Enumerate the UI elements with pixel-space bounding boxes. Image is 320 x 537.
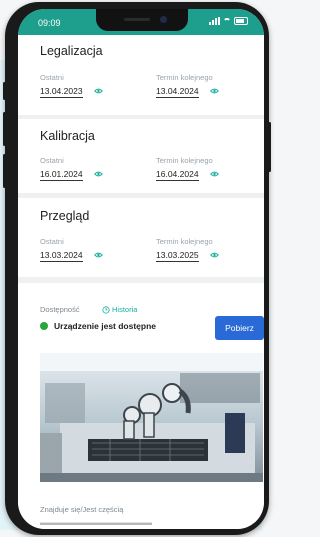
wifi-icon xyxy=(223,17,231,25)
status-text: Urządzenie jest dostępne xyxy=(54,321,157,331)
next-label: Termin kolejnego xyxy=(156,73,213,82)
legalizacja-card: Legalizacja Ostatni 13.04.2023 Termin ko… xyxy=(18,35,264,115)
przeglad-card: Przegląd Ostatni 13.03.2024 Termin kolej… xyxy=(18,198,264,277)
download-button[interactable]: Pobierz xyxy=(215,316,264,340)
tab-history[interactable]: Historia xyxy=(102,305,137,314)
status-time: 09:09 xyxy=(38,18,61,28)
last-date: 16.01.2024 xyxy=(40,169,83,181)
location-label: Znajduje się/Jest częścią xyxy=(40,505,124,514)
eye-icon[interactable] xyxy=(94,88,103,94)
next-label: Termin kolejnego xyxy=(156,156,213,165)
last-date: 13.04.2023 xyxy=(40,86,83,98)
history-label: Historia xyxy=(112,305,138,314)
mute-switch xyxy=(3,82,6,100)
last-label: Ostatni xyxy=(40,156,64,165)
tab-availability[interactable]: Dostępność xyxy=(40,305,80,314)
eye-icon[interactable] xyxy=(94,171,103,177)
next-date: 13.03.2025 xyxy=(156,250,199,262)
equipment-photo xyxy=(40,353,263,482)
section-title: Kalibracja xyxy=(40,129,95,143)
section-title: Legalizacja xyxy=(40,44,103,58)
status-indicator xyxy=(40,322,48,330)
notch xyxy=(96,9,188,31)
volume-up-button xyxy=(3,112,6,146)
speaker xyxy=(124,18,150,21)
location-value-cut: ▬▬▬▬▬▬▬▬▬▬▬▬▬▬ xyxy=(40,518,152,527)
app-screen: 09:09 Legalizacja Ostatni 13.04.2023 Ter… xyxy=(18,9,264,529)
volume-down-button xyxy=(3,154,6,188)
eye-icon[interactable] xyxy=(94,252,103,258)
last-date: 13.03.2024 xyxy=(40,250,83,262)
eye-icon[interactable] xyxy=(210,252,219,258)
next-date: 13.04.2024 xyxy=(156,86,199,98)
section-title: Przegląd xyxy=(40,209,90,223)
battery-icon xyxy=(234,17,248,25)
kalibracja-card: Kalibracja Ostatni 16.01.2024 Termin kol… xyxy=(18,119,264,193)
eye-icon[interactable] xyxy=(210,171,219,177)
eye-icon[interactable] xyxy=(210,88,219,94)
last-label: Ostatni xyxy=(40,237,64,246)
system-icons xyxy=(209,17,248,25)
power-button xyxy=(268,122,271,172)
next-date: 16.04.2024 xyxy=(156,169,199,181)
front-camera xyxy=(160,16,167,23)
signal-icon xyxy=(209,17,220,25)
phone-frame: 09:09 Legalizacja Ostatni 13.04.2023 Ter… xyxy=(3,2,271,535)
next-label: Termin kolejnego xyxy=(156,237,213,246)
status-bar: 09:09 xyxy=(18,9,264,35)
clock-icon xyxy=(102,305,110,314)
last-label: Ostatni xyxy=(40,73,64,82)
